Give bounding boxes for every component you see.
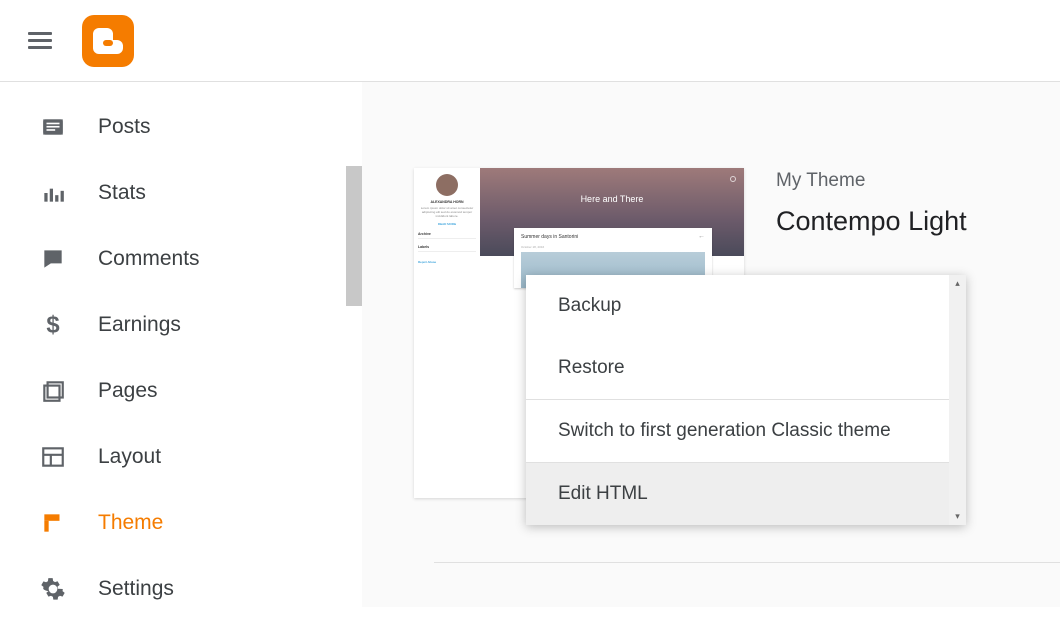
settings-icon (40, 576, 66, 602)
theme-icon (40, 510, 66, 536)
sidebar-item-label: Layout (98, 445, 161, 469)
menu-item-backup[interactable]: Backup (526, 275, 966, 337)
theme-section-label: My Theme (776, 170, 967, 192)
preview-author: ALEXANDRA HORN (418, 200, 476, 204)
sidebar-scrollbar[interactable] (346, 166, 362, 306)
menu-scroll-down[interactable]: ▾ (949, 508, 966, 525)
sidebar-item-label: Earnings (98, 313, 181, 337)
preview-sidebar: ALEXANDRA HORN Lorem ipsum dolor sit ame… (414, 168, 480, 498)
content-divider (434, 562, 1060, 563)
preview-blog-title: Here and There (480, 168, 744, 204)
menu-item-switch-classic[interactable]: Switch to first generation Classic theme (526, 400, 966, 462)
stats-icon (40, 180, 66, 206)
theme-name: Contempo Light (776, 206, 967, 237)
menu-scrollbar-track[interactable] (949, 275, 966, 525)
sidebar-item-label: Stats (98, 181, 146, 205)
preview-search-icon (730, 176, 736, 182)
sidebar-item-pages[interactable]: Pages (0, 358, 362, 424)
menu-item-edit-html[interactable]: Edit HTML (526, 463, 966, 525)
posts-icon (40, 114, 66, 140)
pages-icon (40, 378, 66, 404)
sidebar-item-label: Pages (98, 379, 158, 403)
sidebar-item-label: Theme (98, 511, 163, 535)
preview-back-icon: ← (698, 233, 705, 240)
sidebar-item-comments[interactable]: Comments (0, 226, 362, 292)
sidebar-item-settings[interactable]: Settings (0, 556, 362, 622)
layout-icon (40, 444, 66, 470)
sidebar-item-posts[interactable]: Posts (0, 94, 362, 160)
earnings-icon: $ (40, 312, 66, 338)
comments-icon (40, 246, 66, 272)
sidebar-item-label: Comments (98, 247, 200, 271)
sidebar-item-stats[interactable]: Stats (0, 160, 362, 226)
theme-actions-menu: ▴ Backup Restore Switch to first generat… (526, 275, 966, 525)
menu-toggle-button[interactable] (28, 26, 52, 55)
menu-item-restore[interactable]: Restore (526, 337, 966, 399)
header (0, 0, 1060, 82)
preview-post-date: October 18, 2016 (514, 245, 712, 252)
sidebar-item-theme[interactable]: Theme (0, 490, 362, 556)
svg-text:$: $ (46, 312, 59, 338)
sidebar-item-label: Posts (98, 115, 151, 139)
preview-post-title: Summer days in Santorini (521, 234, 578, 240)
blogger-logo[interactable] (82, 15, 134, 67)
preview-avatar (436, 174, 458, 196)
sidebar-item-earnings[interactable]: $ Earnings (0, 292, 362, 358)
sidebar-nav: Posts Stats Comments $ Earnings Pages (0, 82, 362, 607)
sidebar-item-layout[interactable]: Layout (0, 424, 362, 490)
theme-info: My Theme Contempo Light (776, 168, 967, 237)
sidebar-item-label: Settings (98, 577, 174, 601)
menu-scroll-up[interactable]: ▴ (949, 275, 966, 292)
